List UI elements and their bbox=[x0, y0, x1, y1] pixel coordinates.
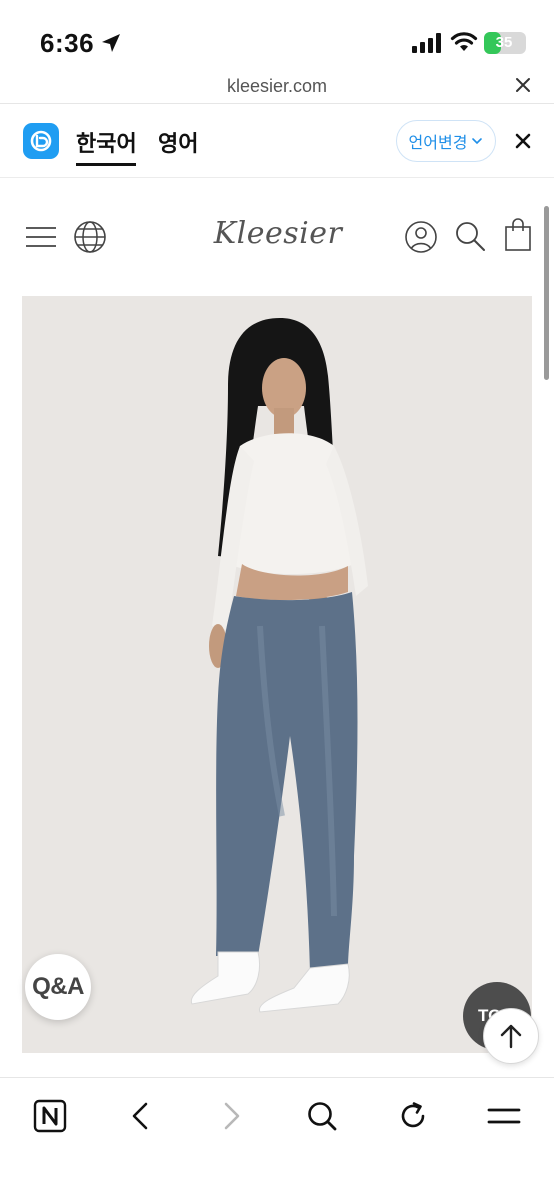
url-bar: kleesier.com bbox=[0, 68, 554, 104]
menu-icon[interactable] bbox=[25, 226, 57, 248]
naver-home-icon bbox=[33, 1099, 67, 1133]
papago-logo bbox=[23, 123, 59, 159]
cellular-signal-icon bbox=[412, 33, 441, 53]
selected-tab-indicator bbox=[76, 163, 136, 166]
bottom-toolbar bbox=[0, 1077, 554, 1200]
menu-icon bbox=[487, 1108, 521, 1124]
model-figure bbox=[190, 318, 368, 1013]
change-language-button[interactable]: 언어변경 bbox=[396, 120, 496, 162]
status-time: 6:36 bbox=[40, 28, 95, 58]
close-translate-icon[interactable] bbox=[514, 132, 532, 150]
shopping-bag-icon[interactable] bbox=[504, 218, 532, 252]
close-icon[interactable] bbox=[514, 76, 532, 94]
qa-button[interactable]: Q&A bbox=[25, 954, 91, 1020]
page-scrollbar[interactable] bbox=[544, 206, 549, 380]
site-header: Kleesier bbox=[0, 178, 554, 296]
product-photo[interactable] bbox=[22, 296, 532, 1053]
translate-bar: 한국어 영어 언어변경 bbox=[0, 104, 554, 178]
globe-icon[interactable] bbox=[73, 220, 107, 254]
battery-percent: 35 bbox=[495, 34, 513, 51]
forward-icon bbox=[224, 1102, 240, 1130]
scroll-up-button[interactable] bbox=[483, 1008, 539, 1064]
wifi-icon bbox=[450, 32, 478, 51]
arrow-up-icon bbox=[500, 1024, 522, 1049]
search-button[interactable] bbox=[302, 1096, 342, 1136]
user-icon[interactable] bbox=[404, 220, 438, 254]
search-icon[interactable] bbox=[454, 220, 486, 252]
naver-home-button[interactable] bbox=[30, 1096, 70, 1136]
menu-button[interactable] bbox=[484, 1096, 524, 1136]
forward-button[interactable] bbox=[212, 1096, 252, 1136]
reload-button[interactable] bbox=[393, 1096, 433, 1136]
qa-label: Q&A bbox=[32, 973, 84, 1000]
tab-korean[interactable]: 한국어 bbox=[76, 126, 137, 158]
translate-app-icon bbox=[30, 130, 52, 152]
back-button[interactable] bbox=[120, 1096, 160, 1136]
url-text[interactable]: kleesier.com bbox=[0, 76, 554, 97]
brand-logo[interactable]: Kleesier bbox=[210, 216, 346, 251]
back-icon bbox=[132, 1102, 148, 1130]
tab-english[interactable]: 영어 bbox=[158, 126, 198, 158]
reload-icon bbox=[401, 1102, 425, 1128]
location-arrow-icon bbox=[102, 34, 120, 52]
chevron-down-icon bbox=[472, 138, 483, 145]
change-language-label: 언어변경 bbox=[408, 135, 468, 152]
battery-icon: 35 bbox=[484, 32, 526, 54]
search-icon bbox=[308, 1102, 337, 1131]
